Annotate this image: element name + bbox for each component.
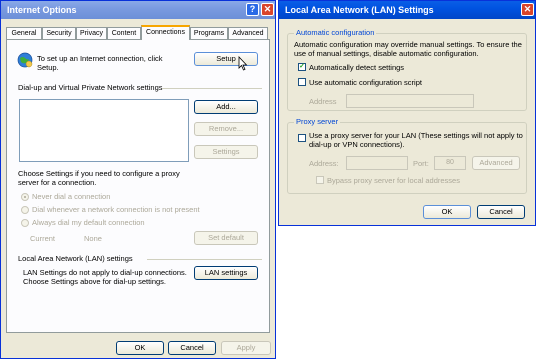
proxy-address-label: Address: — [309, 159, 339, 168]
lan-text: LAN Settings do not apply to dial-up con… — [23, 268, 187, 286]
radio-never-dial-label: Never dial a connection — [32, 192, 111, 201]
radio-dial-whenever — [21, 206, 29, 214]
auto-detect-checkbox[interactable]: ✓ — [298, 63, 306, 71]
window-title: Internet Options — [7, 5, 77, 15]
radio-always-dial — [21, 219, 29, 227]
lan-separator — [147, 259, 262, 260]
radio-dial-whenever-label: Dial whenever a network connection is no… — [32, 205, 200, 214]
auto-config-text: Automatic configuration may override man… — [294, 40, 522, 58]
lan-section-label: Local Area Network (LAN) settings — [18, 254, 133, 263]
current-value: None — [84, 234, 102, 243]
dialup-section-label: Dial-up and Virtual Private Network sett… — [18, 83, 163, 92]
auto-script-checkbox[interactable] — [298, 78, 306, 86]
automatic-configuration-label: Automatic configuration — [294, 28, 377, 37]
ok-button[interactable]: OK — [116, 341, 164, 355]
lan-dialog-title: Local Area Network (LAN) Settings — [285, 5, 434, 15]
setup-button[interactable]: Setup — [194, 52, 258, 66]
bypass-label: Bypass proxy server for local addresses — [327, 176, 460, 185]
auto-address-label: Address — [309, 97, 337, 106]
automatic-configuration-group: Automatic configuration Automatic config… — [287, 28, 527, 111]
internet-options-window: Internet Options ? ✕ General Security Pr… — [0, 0, 276, 359]
current-label: Current — [30, 234, 56, 243]
auto-detect-label: Automatically detect settings — [309, 63, 405, 72]
tab-connections[interactable]: Connections — [141, 25, 190, 40]
internet-options-titlebar[interactable]: Internet Options — [1, 1, 275, 19]
proxy-address-field — [346, 156, 408, 170]
set-default-button: Set default — [194, 231, 258, 245]
port-field: 80 — [434, 156, 466, 170]
proxy-hint: Choose Settings if you need to configure… — [18, 169, 180, 187]
lan-settings-dialog: Local Area Network (LAN) Settings ✕ Auto… — [278, 0, 536, 226]
auto-script-label: Use automatic configuration script — [309, 78, 422, 87]
tab-privacy[interactable]: Privacy — [76, 27, 107, 39]
tab-advanced[interactable]: Advanced — [228, 27, 268, 39]
setup-text: To set up an Internet connection, click … — [37, 54, 163, 72]
lan-ok-button[interactable]: OK — [423, 205, 471, 219]
lan-cancel-button[interactable]: Cancel — [477, 205, 525, 219]
port-label: Port: — [413, 159, 429, 168]
tab-general[interactable]: General — [6, 27, 42, 39]
auto-address-field — [346, 94, 474, 108]
mouse-cursor-icon — [238, 56, 248, 71]
cancel-button[interactable]: Cancel — [168, 341, 216, 355]
globe-icon — [17, 52, 33, 68]
advanced-button: Advanced — [472, 156, 520, 170]
radio-always-dial-label: Always dial my default connection — [32, 218, 145, 227]
settings-button: Settings — [194, 145, 258, 159]
use-proxy-checkbox[interactable] — [298, 134, 306, 142]
dialup-separator — [162, 88, 262, 89]
tab-security[interactable]: Security — [42, 27, 76, 39]
add-button[interactable]: Add... — [194, 100, 258, 114]
help-button[interactable]: ? — [246, 3, 259, 16]
tab-content[interactable]: Content — [107, 27, 141, 39]
tab-programs[interactable]: Programs — [190, 27, 228, 39]
bypass-checkbox — [316, 176, 324, 184]
lan-settings-button[interactable]: LAN settings — [194, 266, 258, 280]
connections-panel: To set up an Internet connection, click … — [6, 39, 270, 333]
proxy-server-group: Proxy server Use a proxy server for your… — [287, 117, 527, 194]
proxy-server-label: Proxy server — [294, 117, 341, 126]
use-proxy-label: Use a proxy server for your LAN (These s… — [309, 131, 523, 149]
radio-never-dial — [21, 193, 29, 201]
apply-button: Apply — [221, 341, 271, 355]
lan-close-icon[interactable]: ✕ — [521, 3, 534, 16]
remove-button: Remove... — [194, 122, 258, 136]
connections-listbox[interactable] — [19, 99, 189, 162]
close-icon[interactable]: ✕ — [261, 3, 274, 16]
lan-settings-titlebar[interactable]: Local Area Network (LAN) Settings — [279, 1, 535, 19]
